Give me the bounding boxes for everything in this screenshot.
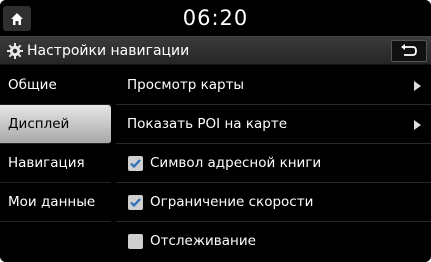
back-arrow-icon	[401, 44, 417, 56]
gear-icon	[7, 43, 23, 59]
list-item-label: Ограничение скорости	[150, 194, 314, 210]
list-item-label: Отслеживание	[150, 233, 256, 249]
status-bar: 06:20	[0, 0, 431, 36]
list-item-map-view[interactable]: Просмотр карты	[116, 66, 431, 105]
tab-navigation[interactable]: Навигация	[0, 144, 111, 183]
tab-my-data[interactable]: Мои данные	[0, 183, 111, 222]
list-item-show-poi[interactable]: Показать POI на карте	[116, 105, 431, 144]
list-item-address-book-symbol[interactable]: Символ адресной книги	[116, 144, 431, 183]
chevron-right-icon	[414, 120, 421, 130]
list-item-label: Просмотр карты	[127, 77, 245, 93]
list-item-tracking[interactable]: Отслеживание	[116, 222, 431, 261]
list-item-speed-limit[interactable]: Ограничение скорости	[116, 183, 431, 222]
display-settings-list: Просмотр карты Показать POI на карте Сим…	[116, 66, 431, 262]
back-button[interactable]	[391, 40, 427, 62]
page-title: Настройки навигации	[27, 43, 190, 59]
clock: 06:20	[182, 6, 249, 30]
list-item-label: Символ адресной книги	[150, 155, 322, 171]
tab-display[interactable]: Дисплей	[0, 105, 111, 144]
settings-tabs: Общие Дисплей Навигация Мои данные	[0, 66, 111, 262]
list-item-label: Показать POI на карте	[127, 116, 287, 132]
tab-general[interactable]: Общие	[0, 66, 111, 105]
tracking-checkbox[interactable]	[128, 234, 143, 249]
address-book-symbol-checkbox[interactable]	[128, 156, 143, 171]
checkmark-icon	[130, 159, 141, 169]
navigation-settings-screen: 06:20 Настройки навигации Общие Дисплей …	[0, 0, 431, 262]
title-bar: Настройки навигации	[0, 36, 431, 65]
chevron-right-icon	[414, 81, 421, 91]
speed-limit-checkbox[interactable]	[128, 195, 143, 210]
checkmark-icon	[130, 198, 141, 208]
